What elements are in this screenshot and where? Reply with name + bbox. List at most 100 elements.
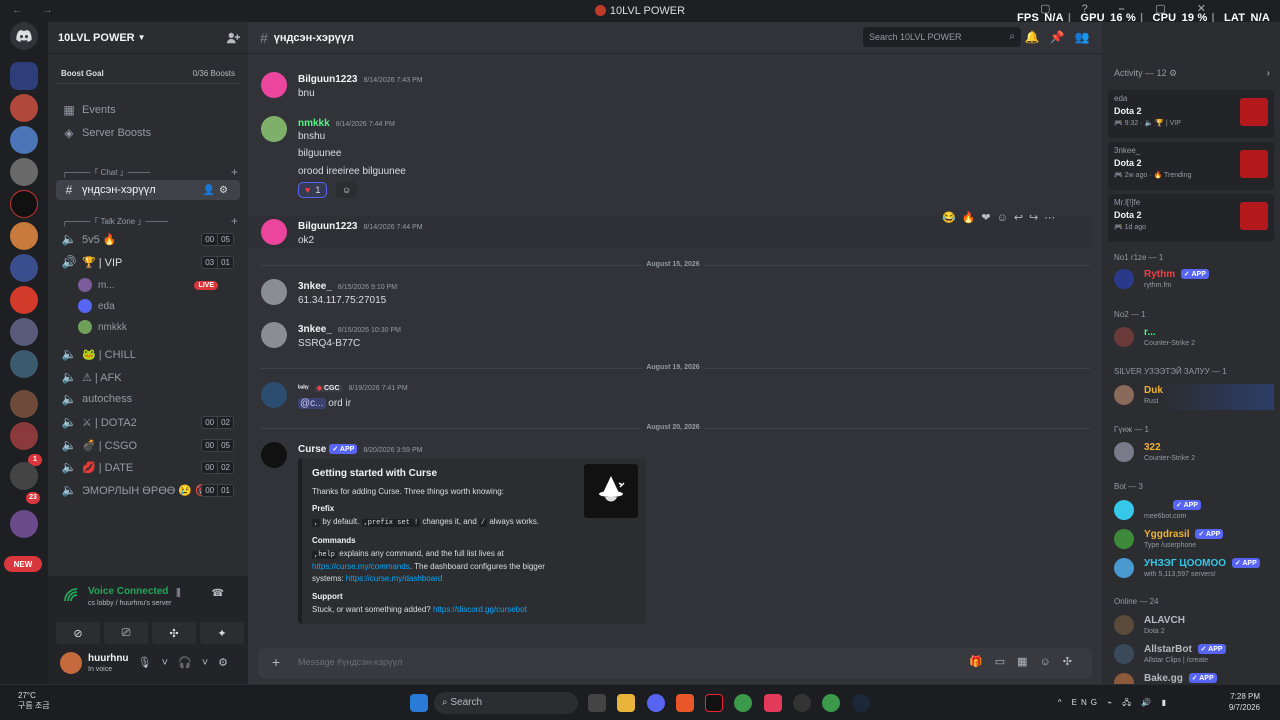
- camera-off-button[interactable]: ⊘: [56, 622, 100, 644]
- soundboard-button[interactable]: ✦: [200, 622, 244, 644]
- member-item[interactable]: Yggdrasil ✓ APP Type /userphone: [1114, 528, 1274, 554]
- message-input[interactable]: Message #үндсэн-хэрүүл: [298, 657, 402, 667]
- create-channel-icon[interactable]: +: [231, 214, 238, 228]
- server-name-header[interactable]: 10LVL POWER ▼: [48, 22, 248, 54]
- activities-button[interactable]: ✣: [152, 622, 196, 644]
- member-item[interactable]: r... Counter-Strike 2: [1114, 326, 1274, 352]
- search-input[interactable]: Search 10LVL POWER ⌕: [863, 27, 1021, 47]
- dashboard-link[interactable]: https://curse.my/dashboard: [346, 574, 443, 583]
- user-mention[interactable]: @c...: [298, 398, 326, 409]
- discord-taskbar-icon[interactable]: [647, 694, 665, 712]
- weather-widget[interactable]: 27°C 구름 조금: [18, 691, 50, 711]
- server-icon[interactable]: [10, 254, 38, 282]
- voice-user[interactable]: eda: [78, 296, 240, 316]
- server-icon[interactable]: [10, 222, 38, 250]
- system-tray[interactable]: ^ ENG ⌁ 🖧 🔊 ▮: [1058, 697, 1170, 711]
- user-panel-controls[interactable]: 🎙˅🎧˅⚙: [138, 656, 238, 669]
- voice-channel[interactable]: 🔊 🏆 | VIP 03 01: [56, 252, 240, 272]
- server-icon[interactable]: [10, 94, 38, 122]
- taskbar-clock[interactable]: 7:28 PM 9/7/2026: [1229, 691, 1260, 713]
- events-item[interactable]: ▦ Events: [56, 100, 240, 120]
- voice-location[interactable]: cs lobby / huurhnu's server: [88, 600, 171, 607]
- add-reaction-button[interactable]: ☺: [336, 182, 358, 198]
- taskbar-search[interactable]: ⌕ Search: [434, 692, 578, 714]
- avatar[interactable]: [261, 382, 287, 408]
- message-author[interactable]: Bilguun1223 8/14/2026 7:44 PM: [298, 221, 423, 232]
- windows-start-icon[interactable]: [410, 694, 428, 712]
- avatar[interactable]: [261, 116, 287, 142]
- activity-card[interactable]: eda Dota 2 🎮 9:32 · 🔈 🏆 | VIP: [1108, 90, 1274, 138]
- server-icon[interactable]: [10, 510, 38, 538]
- member-item[interactable]: Bake.gg ✓ APP: [1114, 672, 1274, 684]
- app-icon[interactable]: [793, 694, 811, 712]
- server-icon[interactable]: [10, 190, 38, 218]
- voice-connected-status[interactable]: Voice Connected: [88, 586, 168, 597]
- message-hover-toolbar[interactable]: 😂🔥❤☺↩↪⋯: [942, 206, 1082, 228]
- avatar[interactable]: [261, 322, 287, 348]
- screen-share-button[interactable]: ⎚: [104, 622, 148, 644]
- voice-channel[interactable]: 🔈 💣 | CSGO 00 05: [56, 435, 240, 455]
- user-name[interactable]: huurhnu: [88, 653, 129, 664]
- server-icon[interactable]: [10, 286, 38, 314]
- member-item[interactable]: Rythm ✓ APP rythm.fm: [1114, 268, 1274, 294]
- voice-panel-actions[interactable]: ⫼ ☎: [176, 588, 238, 599]
- voice-channel[interactable]: 🔈 autochess: [56, 389, 240, 409]
- avatar[interactable]: [261, 442, 287, 468]
- server-icon[interactable]: [10, 62, 38, 90]
- chrome-icon[interactable]: [822, 694, 840, 712]
- create-channel-icon[interactable]: +: [231, 165, 238, 179]
- voice-channel[interactable]: 🔈 ⚔ | DOTA2 00 02: [56, 412, 240, 432]
- voice-channel[interactable]: 🔈 ЭМОРЛЫН ӨРӨӨ 😢 🚷 00 01: [56, 480, 240, 500]
- avatar[interactable]: [60, 652, 82, 674]
- member-item[interactable]: ALAVCH Dota 2: [1114, 614, 1274, 640]
- channel-settings-icons[interactable]: 👤⚙: [203, 185, 232, 196]
- message-author[interactable]: ᵇᵃᵇʸ ◆ CGC 8/19/2026 7:41 PM: [298, 384, 408, 392]
- chrome-icon[interactable]: [734, 694, 752, 712]
- voice-channel[interactable]: 🔈 🐸 | CHILL: [56, 344, 240, 364]
- server-icon[interactable]: [10, 350, 38, 378]
- voice-user[interactable]: nmkkk: [78, 317, 240, 337]
- steam-icon[interactable]: [852, 694, 870, 712]
- server-icon[interactable]: [10, 462, 38, 490]
- voice-channel[interactable]: 🔈 5v5 🔥 00 05: [56, 229, 240, 249]
- voice-channel[interactable]: 🔈 ⚠ | AFK: [56, 367, 240, 387]
- direct-messages-button[interactable]: [10, 22, 38, 50]
- avatar[interactable]: [261, 279, 287, 305]
- reaction-heart[interactable]: ♥ 1: [298, 182, 328, 198]
- voice-user[interactable]: m... LIVE: [78, 275, 240, 295]
- member-item[interactable]: 322 Counter-Strike 2: [1114, 441, 1274, 467]
- server-icon[interactable]: [10, 158, 38, 186]
- music-app-icon[interactable]: [764, 694, 782, 712]
- member-item[interactable]: УНЗЭГ ЦООМОО ✓ APP with 5,113,597 servers…: [1114, 557, 1274, 583]
- avatar[interactable]: [261, 72, 287, 98]
- member-item[interactable]: ✓ APP mee6bot.com: [1114, 499, 1274, 525]
- brave-icon[interactable]: [676, 694, 694, 712]
- member-item[interactable]: Duk Rust: [1114, 384, 1274, 410]
- voice-channel[interactable]: 🔈 💋 | DATE 00 02: [56, 457, 240, 477]
- boost-goal-bar[interactable]: Boost Goal 0/36 Boosts: [56, 64, 240, 84]
- message-author[interactable]: Curse ✓ APP 8/20/2026 3:59 PM: [298, 444, 422, 455]
- message-author[interactable]: 3nkee_ 8/15/2026 10:30 PM: [298, 324, 401, 335]
- message-author[interactable]: 3nkee_ 8/15/2026 9:10 PM: [298, 281, 397, 292]
- activity-card[interactable]: 3nkee_ Dota 2 🎮 2w ago · 🔥 Trending: [1108, 142, 1274, 190]
- channel-active[interactable]: # үндсэн-хэрүүл 👤⚙: [56, 180, 240, 200]
- server-icon[interactable]: [10, 318, 38, 346]
- category-chat[interactable]: ┌────「 Chat 」──── +: [62, 165, 244, 179]
- avatar[interactable]: [261, 219, 287, 245]
- activity-card[interactable]: Mr.l[!]fe Dota 2 🎮 1d ago: [1108, 194, 1274, 242]
- composer-actions[interactable]: 🎁▭▦☺✣: [969, 655, 1084, 668]
- file-explorer-icon[interactable]: [617, 694, 635, 712]
- support-link[interactable]: https://discord.gg/cursebot: [433, 605, 527, 614]
- task-view-icon[interactable]: [588, 694, 606, 712]
- server-icon[interactable]: [10, 390, 38, 418]
- signal-icon[interactable]: [62, 586, 80, 604]
- message-author[interactable]: nmkkk 8/14/2026 7:44 PM: [298, 118, 395, 129]
- invite-people-icon[interactable]: [226, 31, 240, 45]
- app-icon[interactable]: [705, 694, 723, 712]
- server-icon[interactable]: [10, 422, 38, 450]
- server-boosts-item[interactable]: ◈ Server Boosts: [56, 123, 240, 143]
- server-icon[interactable]: [10, 126, 38, 154]
- upload-plus-button[interactable]: +: [268, 654, 284, 670]
- chevron-right-icon[interactable]: ›: [1267, 68, 1270, 79]
- embed-thumbnail[interactable]: [584, 464, 638, 518]
